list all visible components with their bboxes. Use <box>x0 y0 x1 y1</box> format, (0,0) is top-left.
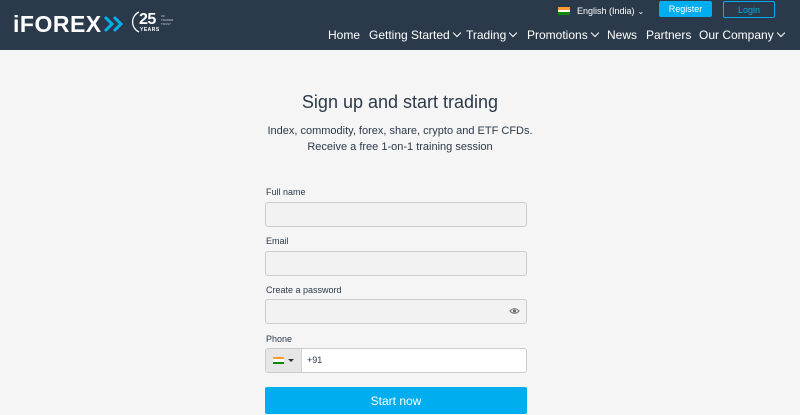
phone-field[interactable]: +91 <box>265 348 527 373</box>
logo-chevrons-icon <box>103 15 125 33</box>
nav-item-label: News <box>607 28 638 42</box>
india-flag-icon <box>273 357 284 364</box>
password-field[interactable] <box>265 299 527 324</box>
nav-item-trading[interactable]: Trading <box>466 26 518 44</box>
chevron-down-icon <box>590 28 599 38</box>
email-field[interactable] <box>265 251 527 276</box>
country-code-selector[interactable] <box>266 349 302 372</box>
start-now-button[interactable]: Start now <box>265 387 527 414</box>
language-selector[interactable]: English (India) ⌄ <box>558 5 644 17</box>
subtitle-line-1: Index, commodity, forex, share, crypto a… <box>267 125 533 137</box>
nav-item-label: Home <box>328 28 361 42</box>
chevron-down-icon: ⌄ <box>637 6 645 16</box>
nav-item-label: Trading <box>466 28 507 42</box>
phone-label: Phone <box>266 334 293 344</box>
login-button[interactable]: Login <box>723 1 775 18</box>
subtitle-line-2: Receive a free 1-on-1 training session <box>307 141 493 153</box>
nav-item-partners[interactable]: Partners <box>646 26 691 44</box>
years-tagline: OF TRADER TRUST <box>161 14 174 26</box>
nav-item-label: Promotions <box>527 28 588 42</box>
register-button[interactable]: Register <box>659 1 712 17</box>
password-label: Create a password <box>266 285 342 295</box>
iforex-logo[interactable]: iFOREX <box>13 10 125 38</box>
nav-item-label: Partners <box>646 28 692 42</box>
top-header: iFOREX 25 OF TRADER TRUST YEARS English … <box>0 0 800 50</box>
chevron-down-icon <box>776 28 785 38</box>
full-name-label: Full name <box>266 187 306 197</box>
nav-item-promotions[interactable]: Promotions <box>527 26 599 44</box>
chevron-down-icon <box>452 28 461 38</box>
25-years-badge: 25 OF TRADER TRUST YEARS <box>132 10 173 34</box>
eye-icon[interactable] <box>509 306 520 316</box>
india-flag-icon <box>558 7 570 15</box>
full-name-field[interactable] <box>265 202 527 227</box>
nav-item-label: Getting Started <box>369 28 450 42</box>
nav-item-getting-started[interactable]: Getting Started <box>369 26 461 44</box>
years-word: YEARS <box>140 27 160 33</box>
language-label: English (India) <box>577 6 635 16</box>
page-title: Sign up and start trading <box>301 92 499 112</box>
caret-down-icon <box>288 359 294 362</box>
nav-item-label: Our Company <box>699 28 774 42</box>
email-label: Email <box>266 236 289 246</box>
nav-item-our-company[interactable]: Our Company <box>699 26 785 44</box>
chevron-down-icon <box>509 28 518 38</box>
logo-text: iFOREX <box>13 10 102 37</box>
nav-item-home[interactable]: Home <box>328 26 360 44</box>
phone-country-code: +91 <box>307 355 323 365</box>
nav-item-news[interactable]: News <box>607 26 637 44</box>
